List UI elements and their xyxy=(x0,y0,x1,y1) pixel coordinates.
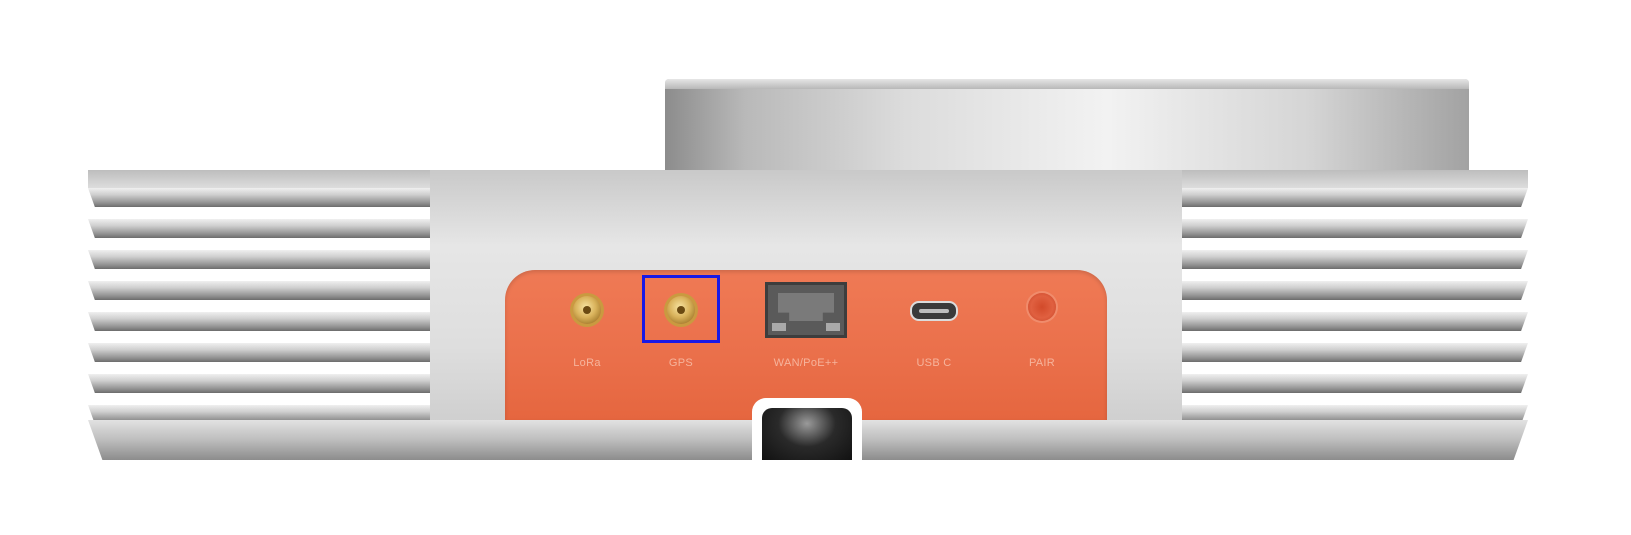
lora-antenna-connector[interactable] xyxy=(573,296,601,324)
lora-port-label: LoRa xyxy=(573,357,601,369)
usb-c-port-label: USB C xyxy=(916,357,952,369)
wan-ethernet-port[interactable] xyxy=(765,282,847,338)
usb-c-port[interactable] xyxy=(910,301,958,321)
gps-highlight-box xyxy=(642,275,720,343)
right-heatsink xyxy=(1182,170,1528,460)
left-heatsink xyxy=(88,170,430,460)
pair-button-label: PAIR xyxy=(1028,357,1056,369)
stand-connector xyxy=(762,408,852,460)
device-top-cap xyxy=(665,79,1469,175)
pair-button[interactable] xyxy=(1028,293,1056,321)
device-top-cap-rim xyxy=(665,79,1469,89)
gps-port-label: GPS xyxy=(668,357,694,369)
wan-port-label: WAN/PoE++ xyxy=(773,357,839,369)
